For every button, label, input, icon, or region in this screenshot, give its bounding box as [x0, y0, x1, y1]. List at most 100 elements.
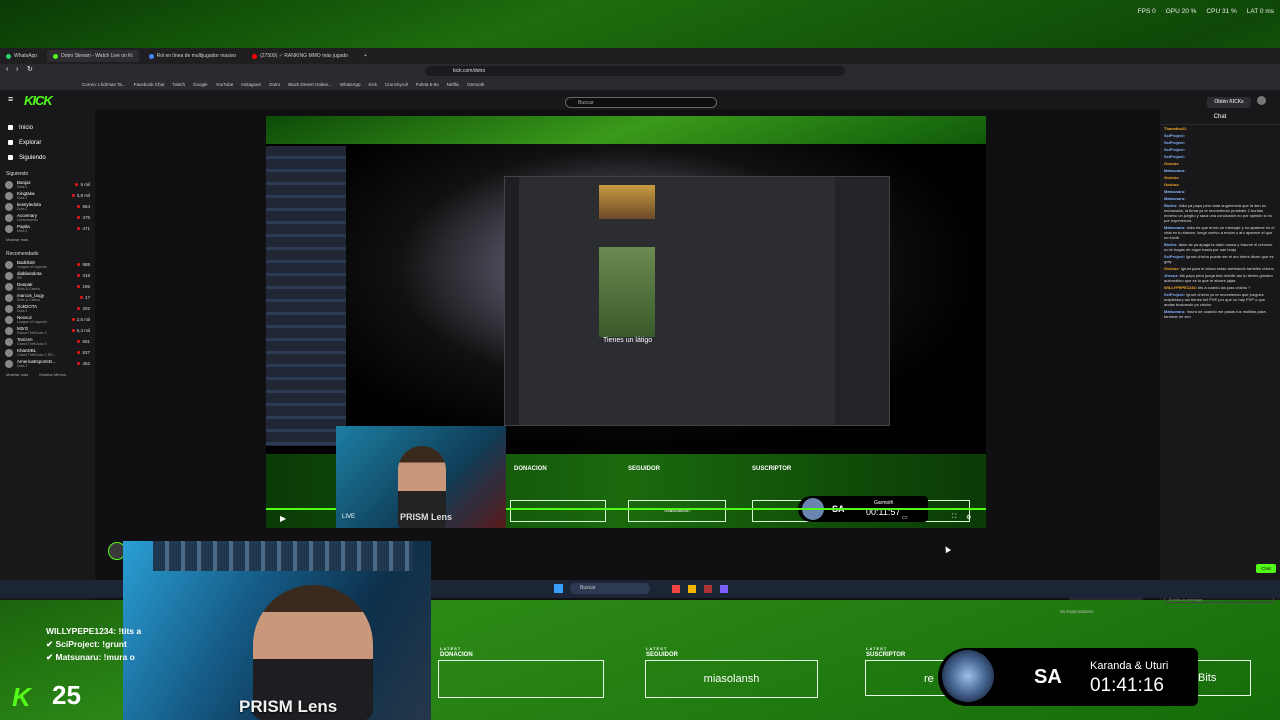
bookmark[interactable]: Netflix: [447, 82, 460, 87]
search-input[interactable]: Buscar: [565, 97, 717, 108]
latency-stat: LAT 0 ms: [1246, 8, 1274, 15]
get-kicks-button[interactable]: Obtén KICKs: [1207, 97, 1251, 108]
channel-item[interactable]: Nexxuz League of Legends 2,5 mil: [0, 314, 95, 325]
channel-item[interactable]: leostyledota Dota 2 584: [0, 201, 95, 212]
chat-username[interactable]: SciProject:: [1164, 147, 1185, 152]
overlay-chat-text: !tits a: [118, 626, 142, 636]
bookmark[interactable]: Facebook Chat: [134, 82, 165, 87]
channel-item[interactable]: Tanizen Grand Theft Auto V 601: [0, 336, 95, 347]
youtube-icon: [252, 53, 258, 59]
windows-start-icon[interactable]: [554, 584, 563, 593]
avatar[interactable]: [1257, 96, 1266, 105]
show-more-link[interactable]: Mostrar más: [0, 234, 95, 245]
kick-logo[interactable]: KICK: [24, 93, 53, 108]
channel-item[interactable]: Badrik28 League of Legends 588: [0, 259, 95, 270]
bookmark[interactable]: WhatsApp: [340, 82, 361, 87]
channel-item[interactable]: Papita Dota 2 471: [0, 223, 95, 234]
back-icon[interactable]: ‹: [6, 66, 8, 73]
viewer-count: 475: [77, 215, 90, 220]
nav-home[interactable]: Inicio: [0, 120, 95, 135]
chat-username[interactable]: Matsunaru:: [1164, 189, 1186, 194]
tab-mmo[interactable]: Rol en línea de multijugador masivo: [143, 50, 243, 62]
chat-title: Chat: [1160, 110, 1280, 125]
channel-game: Dota 2: [17, 195, 28, 200]
settings-icon[interactable]: ⚙: [966, 514, 971, 521]
app-icon[interactable]: [704, 585, 712, 593]
chat-username[interactable]: Goiziuz:: [1164, 175, 1180, 180]
chat-username[interactable]: SciProject:: [1164, 140, 1185, 145]
play-icon[interactable]: ▶: [280, 514, 286, 523]
nav-following[interactable]: Siguiendo: [0, 150, 95, 165]
tab-kick[interactable]: Dotro Stream - Watch Live on Ki: [47, 50, 139, 62]
reload-icon[interactable]: ↻: [27, 65, 33, 73]
home-icon: [8, 125, 13, 130]
tab-youtube[interactable]: (27509) ✓ RANKING MMO más jugado: [246, 50, 354, 62]
chat-message: Goiziuz:: [1160, 181, 1280, 188]
tab-label: Rol en línea de multijugador masivo: [156, 53, 237, 59]
bookmark[interactable]: Instagram: [241, 82, 261, 87]
chat-username[interactable]: Matsunaru:: [1164, 168, 1186, 173]
bookmark[interactable]: Kick: [369, 82, 378, 87]
chat-username[interactable]: Goiziuz:: [1164, 161, 1180, 166]
channel-game: Grand Theft Auto V: [17, 330, 47, 335]
channel-name: Tanizen: [17, 336, 33, 342]
discord-avatar-image: [599, 185, 655, 219]
show-more-link[interactable]: Mostrar más: [6, 372, 28, 377]
chat-username[interactable]: WILLYPEPE1234:: [1164, 285, 1197, 290]
chat-username[interactable]: Goiziuz:: [1164, 182, 1180, 187]
app-icon[interactable]: [672, 585, 680, 593]
discord-icon[interactable]: [720, 585, 728, 593]
bits-label: Bits: [1198, 672, 1217, 684]
channel-item[interactable]: Banjaz Dota 2 5 mil: [0, 179, 95, 190]
nav-explore[interactable]: Explorar: [0, 135, 95, 150]
channel-name: M2rG: [17, 325, 29, 331]
bookmark[interactable]: Twitch: [172, 82, 185, 87]
bookmark[interactable]: YouTube: [216, 82, 234, 87]
bookmark[interactable]: Crunchyroll: [385, 82, 408, 87]
channel-item[interactable]: Kingtaka Dota 2 3,9 mil: [0, 190, 95, 201]
forward-icon[interactable]: ›: [16, 66, 18, 73]
channel-game: Grand Theft Auto V: [17, 341, 47, 346]
channel-name: Papita: [17, 223, 30, 229]
video-player[interactable]: Tienes un látigo DONACION SEGUIDOR SUSCR…: [266, 116, 986, 528]
channel-item[interactable]: zlokDOTA Dota 2 202: [0, 303, 95, 314]
fullscreen-icon[interactable]: ⛶: [952, 514, 956, 521]
performance-stats: FPS 0 GPU 20 % CPU 31 % LAT 0 ms: [1138, 8, 1274, 15]
chat-text: loiko ya papu pero toda sugerencia que l…: [1164, 203, 1273, 223]
avatar: [5, 224, 13, 233]
tab-whatsapp[interactable]: WhatsApp: [0, 50, 43, 62]
chat-username[interactable]: Goiziuz:: [1164, 266, 1180, 271]
chat-username[interactable]: SciProject:: [1164, 133, 1185, 138]
chat-message: Matsunaru: loiko es que envió un mensaje…: [1160, 224, 1280, 241]
chat-send-button[interactable]: Chat: [1256, 564, 1276, 573]
show-less-link[interactable]: Mostrar Menos: [39, 372, 66, 377]
bookmark[interactable]: Fuleta 5-8o: [416, 82, 439, 87]
bookmark[interactable]: Black Desert Online...: [288, 82, 332, 87]
channel-item[interactable]: Accemary Conversando 475: [0, 212, 95, 223]
theater-icon[interactable]: ▭: [902, 514, 908, 521]
new-tab-button[interactable]: +: [358, 50, 373, 62]
avatar: [5, 213, 13, 222]
bookmark[interactable]: Dotro: [269, 82, 280, 87]
bookmark[interactable]: Google: [193, 82, 208, 87]
bookmark[interactable]: Gennoth: [467, 82, 484, 87]
timer-name: Garmoth: [874, 500, 894, 506]
chat-username[interactable]: SciProject:: [1164, 154, 1185, 159]
taskbar-search[interactable]: Buscar: [570, 583, 650, 594]
chat-username[interactable]: Thanatho22: [1164, 126, 1186, 131]
follower-box: miasolansh: [645, 660, 818, 698]
channel-item[interactable]: KhanDBL Grand Theft Auto V RO... 537: [0, 347, 95, 358]
channel-item[interactable]: diablaotdota IRL 419: [0, 270, 95, 281]
chat-username[interactable]: Matsunaru:: [1164, 196, 1186, 201]
bookmark[interactable]: Correo: Lhdrman Ta...: [82, 82, 126, 87]
url-field[interactable]: kick.com/dotro: [425, 66, 845, 76]
channel-item[interactable]: M2rG Grand Theft Auto V 6,3 mil: [0, 325, 95, 336]
channel-item[interactable]: marcos_bugy Slots & Casino 17: [0, 292, 95, 303]
avatar: [5, 180, 13, 189]
channel-item[interactable]: AmericaEsportsD... Dota 2 462: [0, 358, 95, 369]
folder-icon[interactable]: [688, 585, 696, 593]
chat-message: Matsunaru:: [1160, 167, 1280, 174]
menu-icon[interactable]: ≡: [8, 94, 13, 104]
channel-item[interactable]: Deepak Slots & Casino 196: [0, 281, 95, 292]
avatar: [5, 202, 13, 211]
